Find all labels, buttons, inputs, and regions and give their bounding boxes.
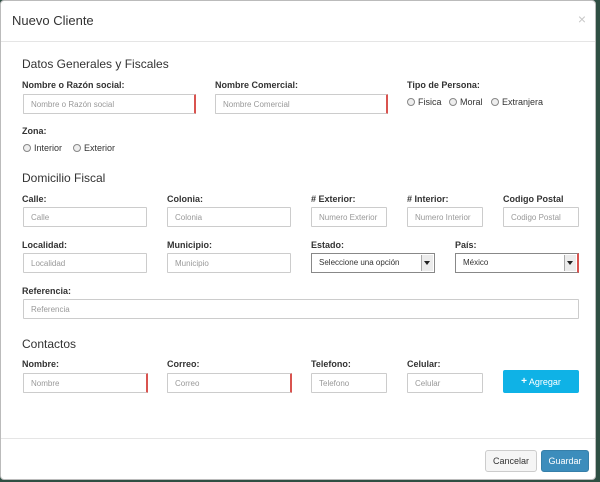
localidad-input[interactable] xyxy=(23,253,147,273)
radio-exterior[interactable]: Exterior xyxy=(73,143,115,153)
modal-header: Nuevo Cliente × xyxy=(1,1,595,42)
zona-label: Zona: xyxy=(22,126,47,136)
chevron-down-icon xyxy=(421,255,433,271)
radio-interior[interactable]: Interior xyxy=(23,143,62,153)
modal-footer: Cancelar Guardar xyxy=(1,438,595,482)
radio-extranjera[interactable]: Extranjera xyxy=(491,97,543,107)
section-title-general: Datos Generales y Fiscales xyxy=(22,57,169,71)
contacto-celular-label: Celular: xyxy=(407,359,441,369)
plus-icon: + xyxy=(521,376,527,387)
radio-moral[interactable]: Moral xyxy=(449,97,483,107)
section-title-domicilio: Domicilio Fiscal xyxy=(22,171,106,185)
codigo-postal-input[interactable] xyxy=(503,207,579,227)
section-title-contactos: Contactos xyxy=(22,337,77,351)
numero-exterior-input[interactable] xyxy=(311,207,387,227)
tipo-persona-label: Tipo de Persona: xyxy=(407,80,480,90)
pais-select[interactable]: México xyxy=(455,253,579,273)
referencia-label: Referencia: xyxy=(22,286,72,296)
estado-select-value: Seleccione una opción xyxy=(319,258,400,267)
radio-moral-label: Moral xyxy=(460,97,483,107)
radio-fisica-label: Fisica xyxy=(418,97,442,107)
modal-title: Nuevo Cliente xyxy=(12,13,94,28)
contacto-correo-label: Correo: xyxy=(167,359,200,369)
radio-exterior-icon xyxy=(73,144,81,152)
razon-social-label: Nombre o Razón social: xyxy=(22,80,125,90)
radio-fisica[interactable]: Fisica xyxy=(407,97,442,107)
nuevo-cliente-modal: Nuevo Cliente × Datos Generales y Fiscal… xyxy=(0,0,596,480)
nombre-comercial-label: Nombre Comercial: xyxy=(215,80,299,90)
municipio-input[interactable] xyxy=(167,253,291,273)
codigo-postal-label: Codigo Postal xyxy=(503,194,564,204)
contacto-correo-input[interactable] xyxy=(167,373,292,393)
radio-exterior-label: Exterior xyxy=(84,143,116,153)
chevron-down-icon xyxy=(564,255,576,271)
numero-interior-input[interactable] xyxy=(407,207,483,227)
contacto-telefono-label: Telefono: xyxy=(311,359,351,369)
radio-interior-label: Interior xyxy=(34,143,63,153)
radio-extranjera-icon xyxy=(491,98,499,106)
radio-moral-icon xyxy=(449,98,457,106)
razon-social-input[interactable] xyxy=(23,94,196,114)
exterior-label: # Exterior: xyxy=(311,194,356,204)
calle-input[interactable] xyxy=(23,207,147,227)
pais-select-value: México xyxy=(463,258,489,267)
colonia-label: Colonia: xyxy=(167,194,203,204)
interior-label: # Interior: xyxy=(407,194,449,204)
radio-interior-icon xyxy=(23,144,31,152)
estado-label: Estado: xyxy=(311,240,345,250)
contacto-celular-input[interactable] xyxy=(407,373,483,393)
close-icon[interactable]: × xyxy=(578,11,586,27)
agregar-contacto-button[interactable]: + Agregar xyxy=(503,370,579,393)
localidad-label: Localidad: xyxy=(22,240,68,250)
contacto-nombre-label: Nombre: xyxy=(22,359,60,369)
nombre-comercial-input[interactable] xyxy=(215,94,388,114)
calle-label: Calle: xyxy=(22,194,47,204)
municipio-label: Municipio: xyxy=(167,240,212,250)
estado-select[interactable]: Seleccione una opción xyxy=(311,253,435,273)
radio-extranjera-label: Extranjera xyxy=(502,97,544,107)
radio-fisica-icon xyxy=(407,98,415,106)
referencia-input[interactable] xyxy=(23,299,579,319)
colonia-input[interactable] xyxy=(167,207,291,227)
cancel-button[interactable]: Cancelar xyxy=(485,450,537,472)
pais-label: País: xyxy=(455,240,477,250)
contacto-nombre-input[interactable] xyxy=(23,373,148,393)
contacto-telefono-input[interactable] xyxy=(311,373,387,393)
save-button[interactable]: Guardar xyxy=(541,450,589,472)
agregar-label: Agregar xyxy=(528,376,561,387)
